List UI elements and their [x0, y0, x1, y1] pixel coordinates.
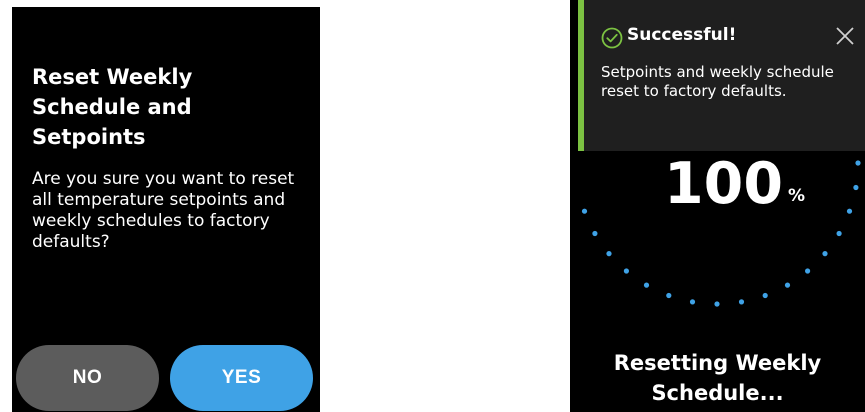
- progress-dot: [822, 251, 828, 257]
- progress-dot: [762, 292, 768, 299]
- close-icon[interactable]: [835, 26, 855, 46]
- dialog-title: Reset Weekly Schedule and Setpoints: [32, 65, 193, 149]
- progress-dot: [853, 184, 859, 191]
- progress-dot: [836, 230, 842, 237]
- toast-title: Successful!: [627, 25, 737, 45]
- progress-dot: [606, 251, 612, 257]
- status-text: Resetting Weekly Schedule...: [613, 351, 822, 405]
- check-circle-icon: [601, 27, 623, 49]
- progress-dot: [666, 292, 672, 299]
- progress-dot: [846, 208, 853, 214]
- progress-dot: [805, 268, 811, 274]
- reset-progress-screen: 100 % Successful! Setpoints and weekly s…: [570, 0, 865, 412]
- progress-dot: [689, 299, 696, 305]
- progress-dot: [784, 282, 791, 288]
- progress-dot: [643, 282, 650, 288]
- dialog-message: Are you sure you want to reset all tempe…: [32, 169, 295, 252]
- progress-dot: [714, 301, 720, 307]
- progress-dot: [738, 299, 745, 305]
- progress-dot: [855, 160, 861, 166]
- reset-confirm-screen: Reset Weekly Schedule and Setpoints Are …: [12, 7, 320, 412]
- yes-button[interactable]: YES: [170, 345, 313, 411]
- toast-message: Setpoints and weekly schedule reset to f…: [601, 63, 834, 100]
- progress-dot: [581, 208, 588, 214]
- progress-value: 100: [664, 151, 783, 217]
- progress-dot: [623, 268, 629, 274]
- progress-dot: [592, 230, 598, 237]
- no-button[interactable]: NO: [16, 345, 159, 411]
- progress-unit: %: [788, 186, 806, 206]
- success-toast: Successful! Setpoints and weekly schedul…: [578, 0, 865, 151]
